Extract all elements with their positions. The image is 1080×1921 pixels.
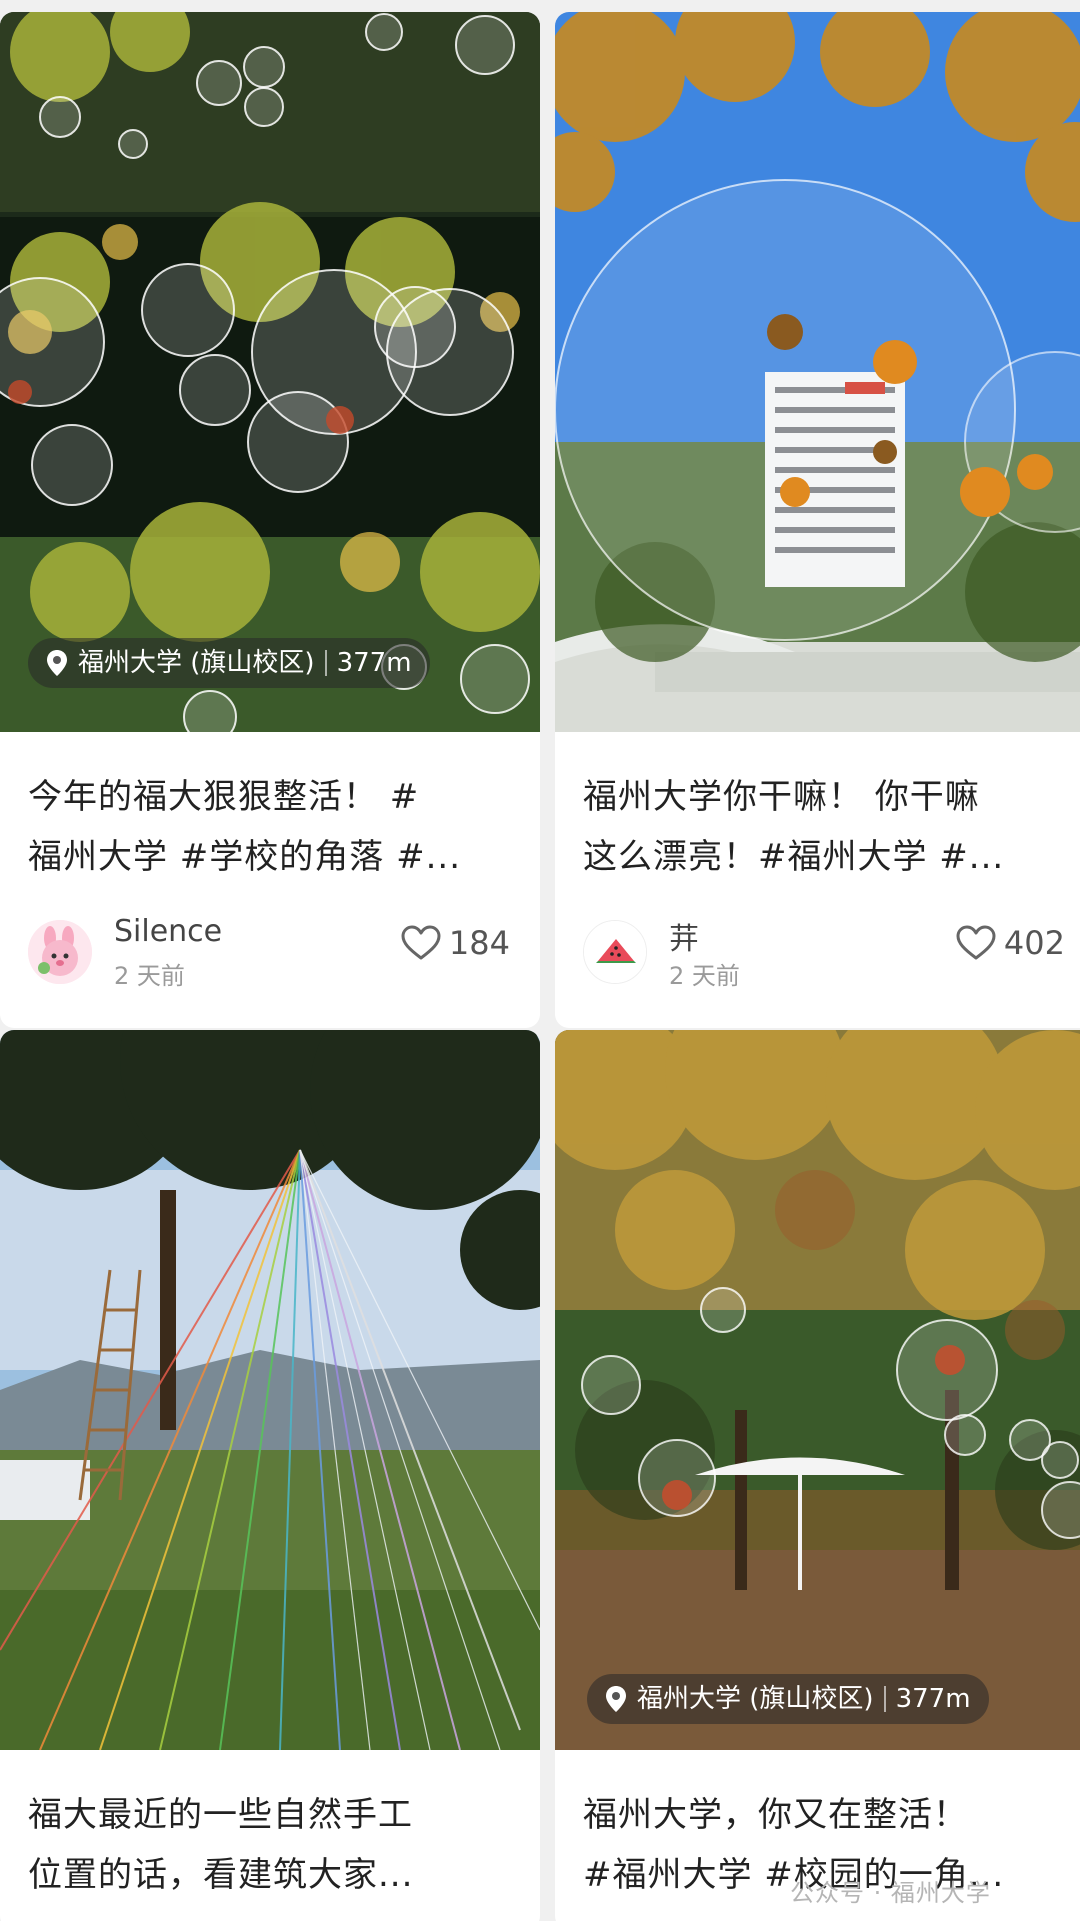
post-time: 2 天前: [669, 962, 740, 990]
post-photo[interactable]: [555, 12, 1080, 732]
bubble-building-image: [555, 12, 1080, 732]
post-card[interactable]: 福州大学你干嘛！ 你干嘛 这么漂亮！#福州大学 #... 茾 2 天前 402: [555, 12, 1080, 1028]
umbrella-bubbles-autumn-image: [555, 1030, 1080, 1750]
bubbles-in-trees-image: [0, 12, 540, 732]
watermark: 公众号 · 福州大学: [790, 1879, 991, 1907]
heart-icon: [401, 925, 441, 960]
pink-bunny-avatar-icon: [28, 920, 92, 984]
heart-icon: [956, 925, 996, 960]
avatar[interactable]: [583, 920, 647, 984]
location-distance: 377m: [895, 1684, 971, 1714]
like-count: 402: [1003, 924, 1065, 962]
author-name[interactable]: Silence: [114, 914, 222, 949]
location-pin-icon: [47, 650, 67, 676]
post-meta: 茾 2 天前 402: [583, 912, 1071, 992]
like-button[interactable]: 184: [401, 924, 510, 962]
location-name: 福州大学 (旗山校区): [78, 648, 315, 678]
post-title[interactable]: 福州大学你干嘛！ 你干嘛 这么漂亮！#福州大学 #...: [583, 767, 1071, 887]
location-tag[interactable]: 福州大学 (旗山校区) 377m: [28, 638, 430, 688]
location-separator: [883, 1686, 886, 1712]
author-name[interactable]: 茾: [669, 914, 699, 958]
post-card[interactable]: 福州大学 (旗山校区) 377m 今年的福大狠狠整活！ # 福州大学 #学校的角…: [0, 12, 540, 1028]
post-card[interactable]: 福州大学 (旗山校区) 377m 福州大学，你又在整活！ #福州大学 #校园的一…: [555, 1030, 1080, 1921]
like-count: 184: [448, 924, 510, 962]
location-distance: 377m: [336, 648, 412, 678]
post-photo[interactable]: 福州大学 (旗山校区) 377m: [0, 12, 540, 732]
post-card[interactable]: 福大最近的一些自然手工 位置的话，看建筑大家...: [0, 1030, 540, 1921]
location-separator: [324, 650, 327, 676]
post-photo[interactable]: [0, 1030, 540, 1750]
post-photo[interactable]: 福州大学 (旗山校区) 377m: [555, 1030, 1080, 1750]
post-title[interactable]: 福大最近的一些自然手工 位置的话，看建筑大家...: [28, 1785, 516, 1905]
rainbow-string-installation-image: [0, 1030, 540, 1750]
post-title[interactable]: 今年的福大狠狠整活！ # 福州大学 #学校的角落 #...: [28, 767, 516, 887]
post-time: 2 天前: [114, 962, 185, 990]
post-meta: Silence 2 天前 184: [28, 912, 516, 992]
feed-grid: 福州大学 (旗山校区) 377m 今年的福大狠狠整活！ # 福州大学 #学校的角…: [0, 0, 1080, 1921]
like-button[interactable]: 402: [956, 924, 1065, 962]
avatar[interactable]: [28, 920, 92, 984]
location-tag[interactable]: 福州大学 (旗山校区) 377m: [587, 1674, 989, 1724]
location-pin-icon: [606, 1686, 626, 1712]
watermelon-avatar-icon: [584, 921, 646, 983]
location-name: 福州大学 (旗山校区): [637, 1684, 874, 1714]
